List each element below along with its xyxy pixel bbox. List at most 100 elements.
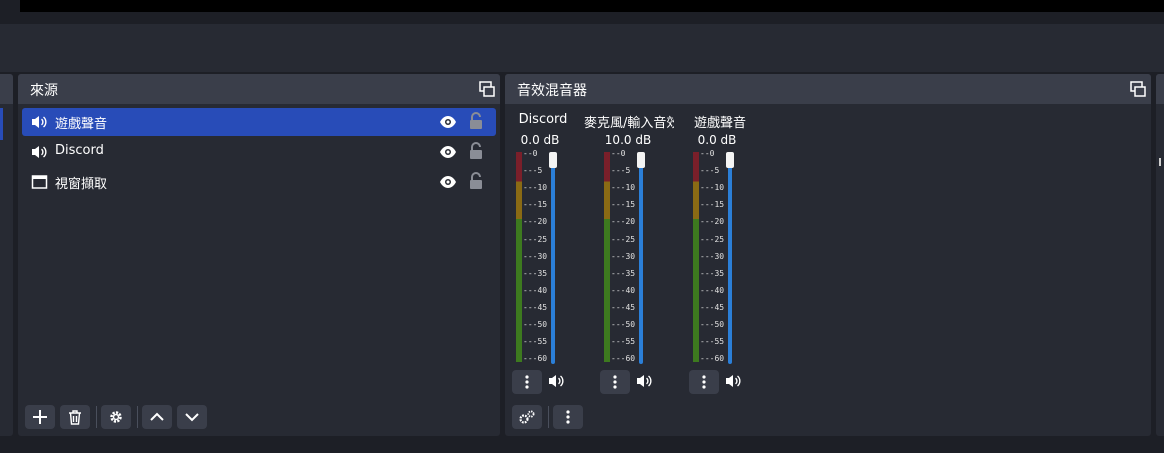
toolbar-separator xyxy=(137,406,138,428)
meter-tick: ---20 xyxy=(700,217,725,227)
undock-icon[interactable] xyxy=(1130,81,1146,97)
mute-speaker-icon[interactable] xyxy=(548,373,566,389)
audio-mixer-dock: 音效混音器 Discord 0.0 dB --0 ---5 ---10 ---15 ---2… xyxy=(505,74,1151,436)
volume-meter xyxy=(519,152,522,362)
move-source-down-button[interactable] xyxy=(177,405,207,429)
more-vertical-icon xyxy=(702,375,706,389)
visibility-eye-icon[interactable] xyxy=(439,114,457,130)
move-source-up-button[interactable] xyxy=(142,405,172,429)
meter-tick-label: --60 xyxy=(527,354,548,364)
channel-menu-button[interactable] xyxy=(600,370,630,394)
add-icon xyxy=(33,410,47,424)
add-source-button[interactable] xyxy=(25,405,55,429)
lock-icon[interactable] xyxy=(469,112,483,130)
volume-fader-track[interactable] xyxy=(639,160,643,364)
meter-tick-label: --30 xyxy=(704,251,725,261)
meter-tick: ---20 xyxy=(523,217,548,227)
meter-tick-label: -0 xyxy=(704,149,715,158)
lock-icon[interactable] xyxy=(469,142,483,160)
audio-mixer-dock-title: 音效混音器 xyxy=(517,83,587,99)
meter-tick-label: --50 xyxy=(527,320,548,329)
window-icon xyxy=(31,174,48,190)
meter-tick-label: --15 xyxy=(704,200,725,210)
sources-dock: 來源 遊戲聲音 Discord 視窗擷取 xyxy=(18,74,500,436)
meter-tick-label: --15 xyxy=(527,200,548,210)
advanced-audio-properties-button[interactable] xyxy=(512,405,542,429)
controls-dock-header xyxy=(1156,74,1164,104)
meter-tick-label: --50 xyxy=(615,320,636,329)
meter-tick-label: --35 xyxy=(615,268,636,278)
meter-tick-label: --25 xyxy=(704,234,725,244)
channel-name: 麥克風/輸入音效 ’ xyxy=(584,116,674,131)
sources-dock-header: 來源 xyxy=(18,74,500,104)
meter-tick-label: --30 xyxy=(527,251,548,261)
meter-tick-label: --40 xyxy=(704,285,725,295)
meter-tick: ---35 xyxy=(523,268,548,278)
channel-menu-button[interactable] xyxy=(512,370,542,394)
lock-icon[interactable] xyxy=(469,172,483,190)
meter-tick-label: -0 xyxy=(615,149,626,158)
meter-tick-label: --5 xyxy=(704,166,720,176)
meter-tick: ---25 xyxy=(611,234,636,244)
meter-tick: ---15 xyxy=(523,200,548,210)
channel-volume-db: 0.0 dB xyxy=(520,133,560,147)
volume-fader-track[interactable] xyxy=(728,160,732,364)
channel-name: 遊戲聲音 xyxy=(693,116,746,131)
channel-volume-db: 10.0 dB xyxy=(604,133,652,147)
meter-tick-label: --55 xyxy=(527,337,548,347)
meter-tick-label: --10 xyxy=(615,183,636,193)
meter-tick: --0 xyxy=(523,149,538,158)
scene-selected-item[interactable] xyxy=(0,108,3,140)
visibility-eye-icon[interactable] xyxy=(439,144,457,160)
volume-fader-handle[interactable] xyxy=(726,152,734,168)
channel-menu-button[interactable] xyxy=(689,370,719,394)
source-properties-button[interactable] xyxy=(101,405,131,429)
source-item[interactable]: 遊戲聲音 xyxy=(22,108,496,136)
meter-tick-label: --35 xyxy=(527,268,548,278)
meter-tick-label: --10 xyxy=(704,183,725,193)
meter-tick-label: --60 xyxy=(615,354,636,364)
source-item-label: Discord xyxy=(55,143,104,158)
mixer-menu-button[interactable] xyxy=(553,405,583,429)
mute-speaker-icon[interactable] xyxy=(636,373,654,389)
source-item[interactable]: 視窗擷取 xyxy=(22,168,496,196)
scene-toolbar-strip xyxy=(0,24,1164,72)
volume-fader-handle[interactable] xyxy=(549,152,557,168)
meter-tick: --0 xyxy=(700,149,715,158)
meter-tick: ---55 xyxy=(700,337,725,347)
meter-tick: ---30 xyxy=(700,251,725,261)
volume-fader-track[interactable] xyxy=(551,160,555,364)
undock-icon[interactable] xyxy=(479,81,495,97)
meter-tick: ---40 xyxy=(700,285,725,295)
meter-tick-label: --25 xyxy=(615,234,636,244)
meter-tick: ---55 xyxy=(611,337,636,347)
channel-name: Discord xyxy=(518,112,568,127)
meter-tick: ---35 xyxy=(700,268,725,278)
meter-tick: ---60 xyxy=(700,354,725,364)
audio-mixer-dock-header: 音效混音器 xyxy=(505,74,1151,104)
volume-fader-handle[interactable] xyxy=(637,152,645,168)
meter-tick-label: --55 xyxy=(704,337,725,347)
meter-tick-label: --20 xyxy=(615,217,636,227)
remove-source-button[interactable] xyxy=(60,405,90,429)
source-item[interactable]: Discord xyxy=(22,138,496,166)
meter-tick: ---40 xyxy=(611,285,636,295)
visibility-eye-icon[interactable] xyxy=(439,174,457,190)
more-vertical-icon xyxy=(566,410,570,424)
meter-tick-label: --5 xyxy=(615,166,631,176)
meter-tick: ---10 xyxy=(611,183,636,193)
mute-speaker-icon[interactable] xyxy=(725,373,743,389)
meter-tick: ---25 xyxy=(700,234,725,244)
meter-tick-label: --20 xyxy=(527,217,548,227)
meter-tick-label: --5 xyxy=(527,166,543,176)
meter-tick: ---10 xyxy=(523,183,548,193)
meter-tick-label: --50 xyxy=(704,320,725,329)
meter-tick: ---25 xyxy=(523,234,548,244)
meter-tick: ---60 xyxy=(611,354,636,364)
meter-tick: ---45 xyxy=(611,302,636,312)
more-vertical-icon xyxy=(613,375,617,389)
meter-tick: ---45 xyxy=(700,302,725,312)
meter-tick-label: --20 xyxy=(704,217,725,227)
meter-tick-label: --15 xyxy=(615,200,636,210)
meter-tick: --0 xyxy=(611,149,626,158)
